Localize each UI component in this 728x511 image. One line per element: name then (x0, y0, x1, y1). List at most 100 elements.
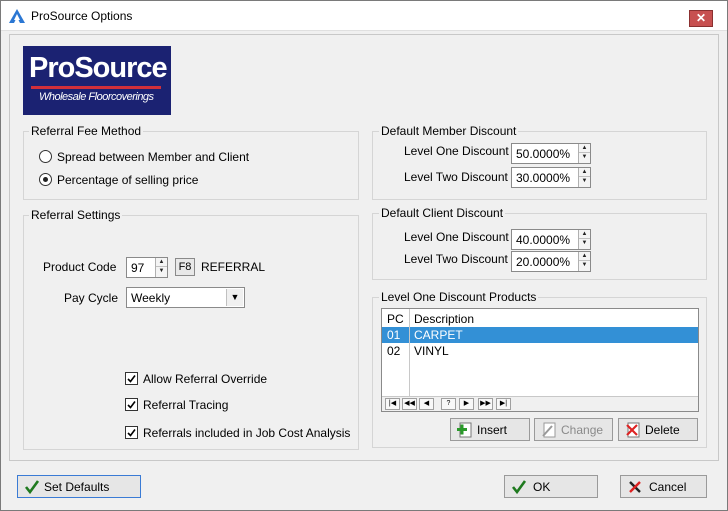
set-defaults-label: Set Defaults (44, 480, 110, 494)
spin-buttons[interactable]: ▲ ▼ (578, 144, 590, 163)
pay-cycle-value: Weekly (131, 291, 171, 305)
spin-down-icon[interactable]: ▼ (579, 177, 590, 186)
spin-up-icon[interactable]: ▲ (579, 144, 590, 153)
client-level-one-label: Level One Discount (404, 230, 509, 244)
checkmark-icon (127, 375, 136, 383)
spin-buttons[interactable]: ▲ ▼ (578, 230, 590, 249)
set-defaults-button[interactable]: Set Defaults (17, 475, 141, 498)
app-icon (9, 9, 25, 23)
delete-label: Delete (645, 423, 680, 437)
client-level-two-value: 20.0000% (516, 255, 571, 269)
change-label: Change (561, 423, 604, 437)
member-level-two-label: Level Two Discount (404, 170, 508, 184)
ok-label: OK (533, 480, 551, 494)
radio-spread-label: Spread between Member and Client (57, 150, 250, 164)
checkmark-icon (127, 429, 136, 437)
change-icon (542, 422, 556, 438)
search-record-icon[interactable]: ? (441, 398, 456, 410)
client-level-one-value: 40.0000% (516, 233, 571, 247)
prev-page-icon[interactable]: ◀◀ (402, 398, 417, 410)
next-page-icon[interactable]: ▶▶ (478, 398, 493, 410)
referral-fee-method-group (23, 131, 359, 200)
radio-percentage-label: Percentage of selling price (57, 173, 199, 187)
delete-button[interactable]: Delete (618, 418, 698, 441)
chevron-down-icon[interactable]: ▼ (226, 289, 243, 306)
delete-icon (626, 422, 640, 438)
member-level-one-value: 50.0000% (516, 147, 571, 161)
spin-up-icon[interactable]: ▲ (156, 258, 167, 267)
referral-fee-method-title: Referral Fee Method (29, 124, 144, 138)
first-record-icon[interactable]: |◀ (385, 398, 400, 410)
close-button[interactable]: ✕ (689, 10, 713, 27)
prosource-logo: ProSource Wholesale Floorcoverings (23, 46, 171, 115)
pay-cycle-label: Pay Cycle (64, 291, 119, 305)
row-2-description[interactable]: VINYL (414, 344, 449, 358)
referral-tracing-label: Referral Tracing (143, 398, 229, 412)
checkbox-box[interactable] (125, 398, 138, 411)
column-header-description[interactable]: Description (414, 312, 474, 326)
job-cost-analysis-label: Referrals included in Job Cost Analysis (143, 426, 351, 440)
member-level-two-value: 30.0000% (516, 171, 571, 185)
product-code-spinner[interactable]: 97 ▲ ▼ (126, 257, 168, 278)
checkmark-icon (511, 480, 527, 495)
spin-up-icon[interactable]: ▲ (579, 252, 590, 261)
lookup-f8-button[interactable]: F8 (175, 258, 195, 276)
row-1-description[interactable]: CARPET (414, 328, 463, 342)
ok-button[interactable]: OK (504, 475, 598, 498)
change-button[interactable]: Change (534, 418, 613, 441)
title-bar[interactable]: ProSource Options ✕ (1, 1, 727, 31)
client-level-two-label: Level Two Discount (404, 252, 508, 266)
client-level-one-spinner[interactable]: 40.0000% ▲ ▼ (511, 229, 591, 250)
level-one-products-title: Level One Discount Products (379, 290, 539, 304)
product-code-label: Product Code (43, 260, 117, 274)
row-1-pc[interactable]: 01 (387, 328, 400, 342)
column-divider (409, 309, 410, 396)
checkbox-box[interactable] (125, 426, 138, 439)
logo-tagline: Wholesale Floorcoverings (39, 91, 154, 103)
logo-main-text: ProSource (29, 52, 168, 84)
insert-label: Insert (477, 423, 508, 437)
client-discount-title: Default Client Discount (379, 206, 506, 220)
spin-buttons[interactable]: ▲ ▼ (578, 252, 590, 271)
member-discount-group (372, 131, 707, 200)
products-grid[interactable]: PC Description 01 CARPET 02 VINYL |◀ ◀◀ … (381, 308, 699, 412)
checkmark-icon (24, 480, 40, 495)
spin-up-icon[interactable]: ▲ (579, 230, 590, 239)
cancel-label: Cancel (649, 480, 687, 494)
member-level-one-label: Level One Discount (404, 144, 509, 158)
row-2-pc[interactable]: 02 (387, 344, 400, 358)
spin-down-icon[interactable]: ▼ (156, 267, 167, 276)
column-header-pc[interactable]: PC (387, 312, 404, 326)
spin-buttons[interactable]: ▲ ▼ (578, 168, 590, 187)
window-title: ProSource Options (31, 9, 133, 23)
pay-cycle-select[interactable]: Weekly ▼ (126, 287, 245, 308)
last-record-icon[interactable]: ▶| (496, 398, 511, 410)
checkmark-icon (127, 401, 136, 409)
allow-referral-override-label: Allow Referral Override (143, 372, 268, 386)
record-navigator: |◀ ◀◀ ◀ ? ▶ ▶▶ ▶| (382, 396, 698, 411)
insert-button[interactable]: Insert (450, 418, 530, 441)
next-record-icon[interactable]: ▶ (459, 398, 474, 410)
referral-settings-title: Referral Settings (29, 208, 123, 222)
product-code-spin-buttons[interactable]: ▲ ▼ (155, 258, 167, 277)
cancel-button[interactable]: Cancel (620, 475, 707, 498)
spin-down-icon[interactable]: ▼ (579, 239, 590, 248)
cancel-x-icon (629, 481, 641, 493)
options-window: ProSource Options ✕ ProSource Wholesale … (0, 0, 728, 511)
member-level-two-spinner[interactable]: 30.0000% ▲ ▼ (511, 167, 591, 188)
client-level-two-spinner[interactable]: 20.0000% ▲ ▼ (511, 251, 591, 272)
spin-up-icon[interactable]: ▲ (579, 168, 590, 177)
radio-spread-button[interactable] (39, 150, 52, 163)
member-discount-title: Default Member Discount (379, 124, 519, 138)
spin-down-icon[interactable]: ▼ (579, 153, 590, 162)
referral-settings-group (23, 215, 359, 450)
insert-icon (457, 422, 472, 438)
radio-percentage-button[interactable] (39, 173, 52, 186)
checkbox-box[interactable] (125, 372, 138, 385)
product-code-value: 97 (131, 261, 145, 275)
product-name: REFERRAL (201, 260, 266, 274)
prev-record-icon[interactable]: ◀ (419, 398, 434, 410)
spin-down-icon[interactable]: ▼ (579, 261, 590, 270)
logo-underline (31, 86, 161, 89)
member-level-one-spinner[interactable]: 50.0000% ▲ ▼ (511, 143, 591, 164)
